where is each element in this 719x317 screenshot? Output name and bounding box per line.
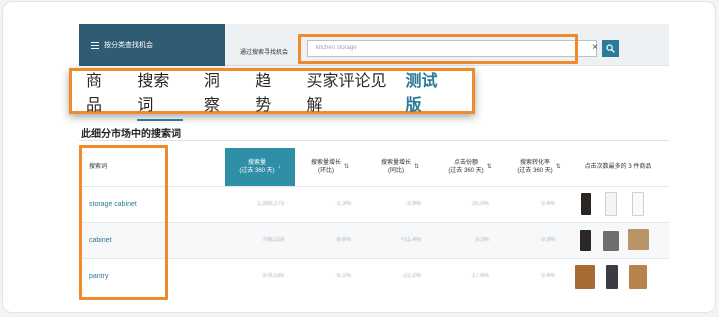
- volume-cell: 378,535: [262, 273, 284, 279]
- growth-yoy-cell: -1.3%: [335, 201, 351, 207]
- divider: [79, 140, 669, 141]
- search-icon: [606, 44, 615, 53]
- sort-icon: ⇅: [555, 164, 561, 170]
- sort-icon: ⇅: [486, 164, 492, 170]
- column-header-volume[interactable]: 搜索量 (过去 360 天) ↓: [225, 148, 295, 186]
- tab-search-terms[interactable]: 搜索词: [137, 67, 183, 121]
- sort-icon: ⇅: [343, 164, 350, 170]
- product-thumbnail[interactable]: [580, 230, 591, 251]
- clear-icon[interactable]: ×: [588, 40, 602, 57]
- growth-prev-cell: -22.2%: [401, 273, 421, 279]
- volume-cell: 1,289,173: [257, 201, 284, 207]
- product-thumbnail[interactable]: [575, 265, 595, 289]
- product-thumbnail[interactable]: [629, 265, 647, 289]
- column-header-growth-prev-sub: (同比): [387, 168, 404, 174]
- sort-icon: ⇅: [413, 164, 420, 170]
- conversion-cell: 0.4%: [541, 201, 555, 207]
- window-frame: 按分类查找机会 通过搜索寻找机会 kitchen storage × 此细分市场…: [2, 1, 716, 313]
- tab-review-insights[interactable]: 买家评论见解: [307, 67, 398, 115]
- sort-down-icon: ↓: [277, 164, 281, 170]
- column-header-growth-prev[interactable]: 搜索量增长 (同比) ⇅: [367, 148, 433, 186]
- volume-cell: 706,218: [262, 237, 284, 243]
- product-thumbnail[interactable]: [603, 231, 619, 251]
- product-thumbnail[interactable]: [606, 265, 618, 289]
- tabs-callout: 商品 搜索词 洞察 趋势 买家评论见解 测试版: [69, 67, 475, 121]
- search-label: 通过搜索寻找机会: [240, 50, 289, 56]
- menu-icon: [91, 40, 99, 51]
- tab-products[interactable]: 商品: [86, 67, 116, 115]
- tab-trends[interactable]: 趋势: [255, 67, 285, 115]
- column-header-conversion[interactable]: 搜索转化率 (过去 360 天) ⇅: [507, 148, 571, 186]
- column-header-top-clicked: 点击次数最多的 3 件商品: [584, 164, 652, 170]
- column-header-growth-yoy-title: 搜索量增长: [310, 160, 341, 166]
- product-thumbnail[interactable]: [581, 193, 591, 215]
- column-header-click-share[interactable]: 点击份额 (过去 360 天) ⇅: [437, 148, 503, 186]
- search-button[interactable]: [602, 40, 619, 57]
- click-share-cell: 17.6%: [471, 273, 489, 279]
- column-header-growth-yoy-sub: (环比): [317, 168, 334, 174]
- column-header-click-share-title: 点击份额: [453, 160, 478, 166]
- category-nav-button[interactable]: 按分类查找机会: [79, 24, 225, 66]
- growth-prev-cell: +11.4%: [400, 237, 421, 243]
- conversion-cell: 0.4%: [541, 273, 555, 279]
- tab-insights[interactable]: 洞察: [204, 67, 234, 115]
- product-thumbnail[interactable]: [628, 229, 649, 250]
- click-share-cell: 25.0%: [471, 201, 489, 207]
- growth-prev-cell: -3.9%: [405, 201, 421, 207]
- click-share-cell: 3.2%: [475, 237, 489, 243]
- keyword-column-highlight-box: [79, 145, 168, 300]
- product-thumbnail[interactable]: [632, 192, 644, 216]
- column-header-growth-prev-title: 搜索量增长: [380, 160, 411, 166]
- column-header-click-share-sub: (过去 360 天): [448, 168, 484, 174]
- beta-badge: 测试版: [405, 71, 438, 114]
- column-header-conversion-title: 搜索转化率: [519, 160, 550, 166]
- search-highlight-box: [298, 34, 578, 64]
- conversion-cell: 0.3%: [541, 237, 555, 243]
- nav-label: 按分类查找机会: [104, 42, 153, 49]
- growth-yoy-cell: -5.1%: [335, 273, 351, 279]
- column-header-volume-sub: (过去 360 天): [239, 168, 275, 174]
- section-title: 此细分市场中的搜索词: [81, 129, 181, 140]
- column-header-growth-yoy[interactable]: 搜索量增长 (环比) ⇅: [297, 148, 363, 186]
- product-thumbnail[interactable]: [605, 192, 617, 216]
- column-header-conversion-sub: (过去 360 天): [517, 168, 553, 174]
- growth-yoy-cell: -8.6%: [335, 237, 351, 243]
- column-header-volume-title: 搜索量: [247, 160, 266, 166]
